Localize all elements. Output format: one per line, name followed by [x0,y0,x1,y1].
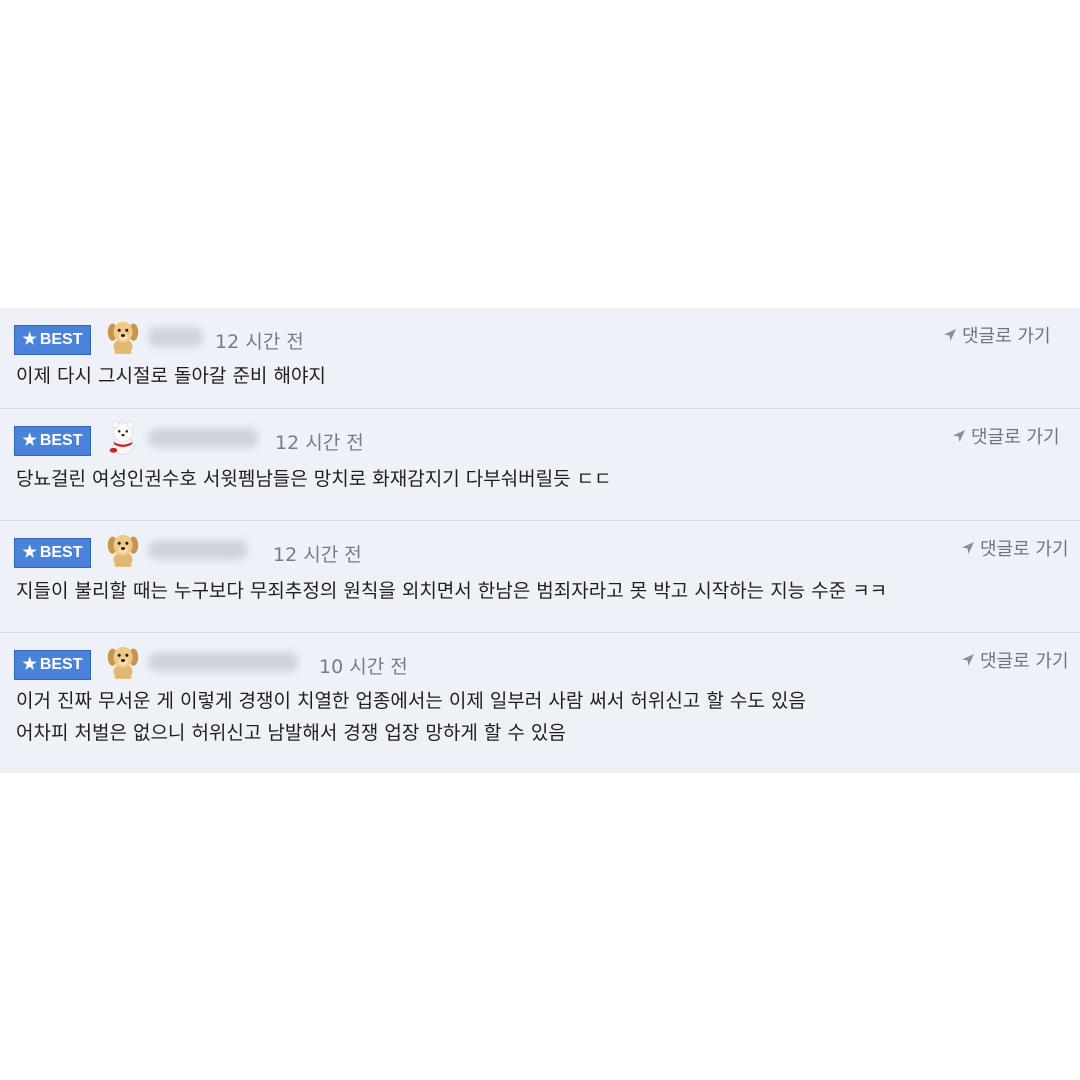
best-badge: ★ BEST [14,426,91,456]
location-arrow-icon [960,540,976,556]
star-icon: ★ [22,331,37,348]
location-arrow-icon [951,428,967,444]
comment-header: ★ BEST 12 시간 전 댓글로 가기 [14,418,1074,456]
comment-time: 12 시간 전 [273,544,362,566]
best-badge-label: BEST [39,432,83,449]
comment-item: ★ BEST 12 시간 전 댓글로 가기 당뇨걸린 여성인권수호 서윗펨남들은… [0,409,1080,521]
comment-time: 12 시간 전 [215,331,304,353]
location-arrow-icon [942,327,958,343]
bear-avatar[interactable] [104,418,142,456]
comment-item: ★ BEST 12 시간 전 댓글로 가기 지들이 불리할 때는 누구보다 무죄… [0,521,1080,633]
nickname-blurred[interactable] [148,327,203,347]
comment-header: ★ BEST 12 시간 전 댓글로 가기 👍 [14,317,1074,355]
star-icon: ★ [22,656,37,673]
comment-header: ★ BEST 10 시간 전 댓글로 가기 [14,642,1074,680]
comment-text: 당뇨걸린 여성인권수호 서윗펨남들은 망치로 화재감지기 다부숴버릴듯 ㄷㄷ [16,463,612,495]
goto-comment-link[interactable]: 댓글로 가기 [951,423,1060,449]
comment-item: ★ BEST 12 시간 전 댓글로 가기 👍 이제 다시 그시절로 돌아갈 준… [0,308,1080,409]
best-badge-label: BEST [39,544,83,561]
comment-line: 당뇨걸린 여성인권수호 서윗펨남들은 망치로 화재감지기 다부숴버릴듯 ㄷㄷ [16,468,612,490]
comment-text: 이제 다시 그시절로 돌아갈 준비 해야지 [16,360,326,392]
puppy-avatar[interactable] [104,530,142,568]
comment-list: ★ BEST 12 시간 전 댓글로 가기 👍 이제 다시 그시절로 돌아갈 준… [0,308,1080,773]
best-badge-label: BEST [39,331,83,348]
comment-time: 12 시간 전 [275,432,364,454]
star-icon: ★ [22,544,37,561]
comment-line: 이제 다시 그시절로 돌아갈 준비 해야지 [16,365,326,387]
comment-text: 지들이 불리할 때는 누구보다 무죄추정의 원칙을 외치면서 한남은 범죄자라고… [16,575,887,607]
nickname-blurred[interactable] [148,540,248,560]
comment-header: ★ BEST 12 시간 전 댓글로 가기 [14,530,1074,568]
goto-comment-link[interactable]: 댓글로 가기 [960,535,1069,561]
comment-line: 지들이 불리할 때는 누구보다 무죄추정의 원칙을 외치면서 한남은 범죄자라고… [16,580,888,602]
goto-comment-label: 댓글로 가기 [962,326,1051,347]
goto-comment-label: 댓글로 가기 [971,427,1060,448]
best-badge: ★ BEST [14,538,91,568]
puppy-avatar[interactable] [104,317,142,355]
goto-comment-label: 댓글로 가기 [980,539,1069,560]
comment-item: ★ BEST 10 시간 전 댓글로 가기 이거 진짜 무서운 게 이렇게 경쟁… [0,633,1080,773]
nickname-blurred[interactable] [148,428,258,448]
nickname-blurred[interactable] [148,652,298,672]
comment-time: 10 시간 전 [319,656,408,678]
star-icon: ★ [22,432,37,449]
best-badge: ★ BEST [14,325,91,355]
goto-comment-link[interactable]: 댓글로 가기 [942,322,1051,348]
comment-line: 이거 진짜 무서운 게 이렇게 경쟁이 치열한 업종에서는 이제 일부러 사람 … [16,690,806,712]
goto-comment-link[interactable]: 댓글로 가기 [960,647,1069,673]
best-badge-label: BEST [39,656,83,673]
comment-line: 어차피 처벌은 없으니 허위신고 남발해서 경쟁 업장 망하게 할 수 있음 [16,722,566,744]
best-badge: ★ BEST [14,650,91,680]
puppy-avatar[interactable] [104,642,142,680]
location-arrow-icon [960,652,976,668]
goto-comment-label: 댓글로 가기 [980,651,1069,672]
comment-text: 이거 진짜 무서운 게 이렇게 경쟁이 치열한 업종에서는 이제 일부러 사람 … [16,685,806,749]
